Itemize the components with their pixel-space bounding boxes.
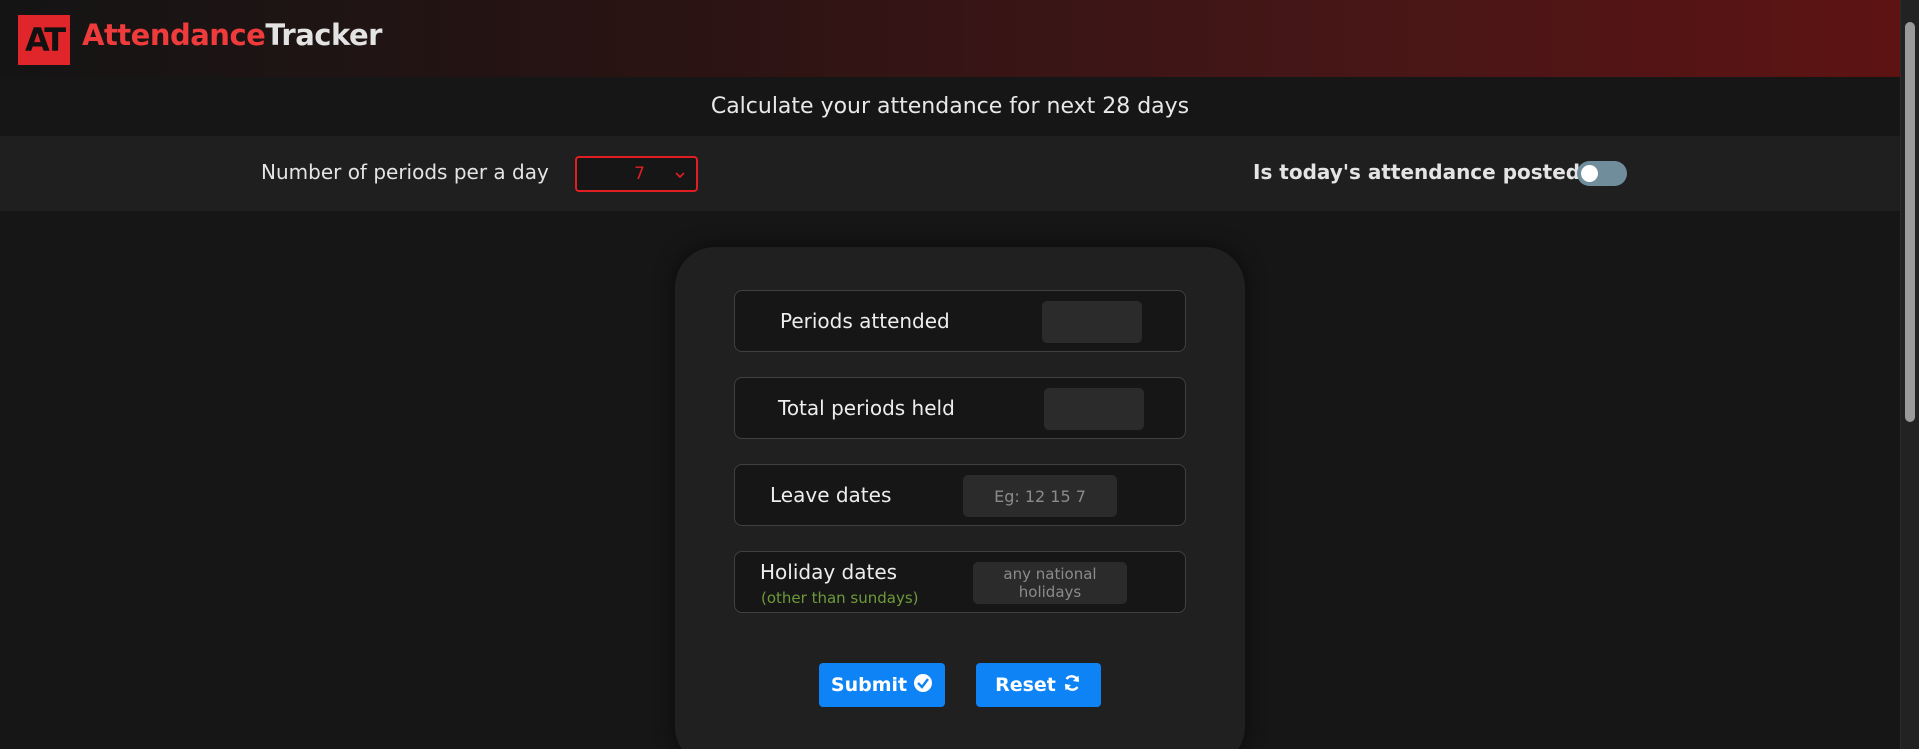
logo-text: AT: [24, 21, 66, 59]
check-circle-icon: [913, 673, 933, 698]
periods-attended-row: Periods attended: [734, 290, 1186, 352]
brand-title-part1: Attendance: [82, 18, 266, 52]
periods-per-day-select[interactable]: 7: [575, 156, 698, 192]
brand-title-part2: Tracker: [265, 18, 382, 52]
scrollbar-thumb[interactable]: [1905, 22, 1915, 422]
toggle-knob: [1581, 165, 1598, 182]
periods-attended-input[interactable]: [1042, 301, 1142, 343]
submit-button[interactable]: Submit: [819, 663, 945, 707]
attendance-posted-toggle[interactable]: [1577, 161, 1627, 186]
page: AT AttendanceTracker Calculate your atte…: [0, 0, 1919, 749]
attendance-posted-label: Is today's attendance posted: [1253, 160, 1581, 184]
brand-title[interactable]: AttendanceTracker: [82, 18, 382, 52]
reset-button[interactable]: Reset: [976, 663, 1101, 707]
leave-dates-label: Leave dates: [770, 483, 892, 507]
holiday-dates-input[interactable]: any national holidays: [973, 562, 1127, 604]
total-periods-input[interactable]: [1044, 388, 1144, 430]
reset-button-label: Reset: [995, 674, 1056, 696]
holiday-dates-sublabel: (other than sundays): [761, 589, 919, 607]
chevron-down-icon: [674, 165, 686, 189]
holiday-dates-row: Holiday dates (other than sundays) any n…: [734, 551, 1186, 613]
total-periods-row: Total periods held: [734, 377, 1186, 439]
periods-per-day-value: 7: [634, 164, 645, 184]
page-subtitle: Calculate your attendance for next 28 da…: [0, 77, 1900, 136]
refresh-icon: [1062, 673, 1082, 698]
periods-per-day-label: Number of periods per a day: [261, 160, 549, 184]
total-periods-label: Total periods held: [778, 396, 955, 420]
page-scrollbar[interactable]: [1900, 0, 1919, 749]
settings-bar: Number of periods per a day 7 Is today's…: [0, 136, 1900, 211]
holiday-dates-label: Holiday dates: [760, 560, 898, 584]
leave-dates-input[interactable]: Eg: 12 15 7: [963, 475, 1117, 517]
app-header: AT AttendanceTracker: [0, 0, 1900, 77]
periods-attended-label: Periods attended: [780, 309, 950, 333]
leave-dates-row: Leave dates Eg: 12 15 7: [734, 464, 1186, 526]
submit-button-label: Submit: [830, 674, 908, 696]
app-logo[interactable]: AT: [18, 15, 70, 65]
